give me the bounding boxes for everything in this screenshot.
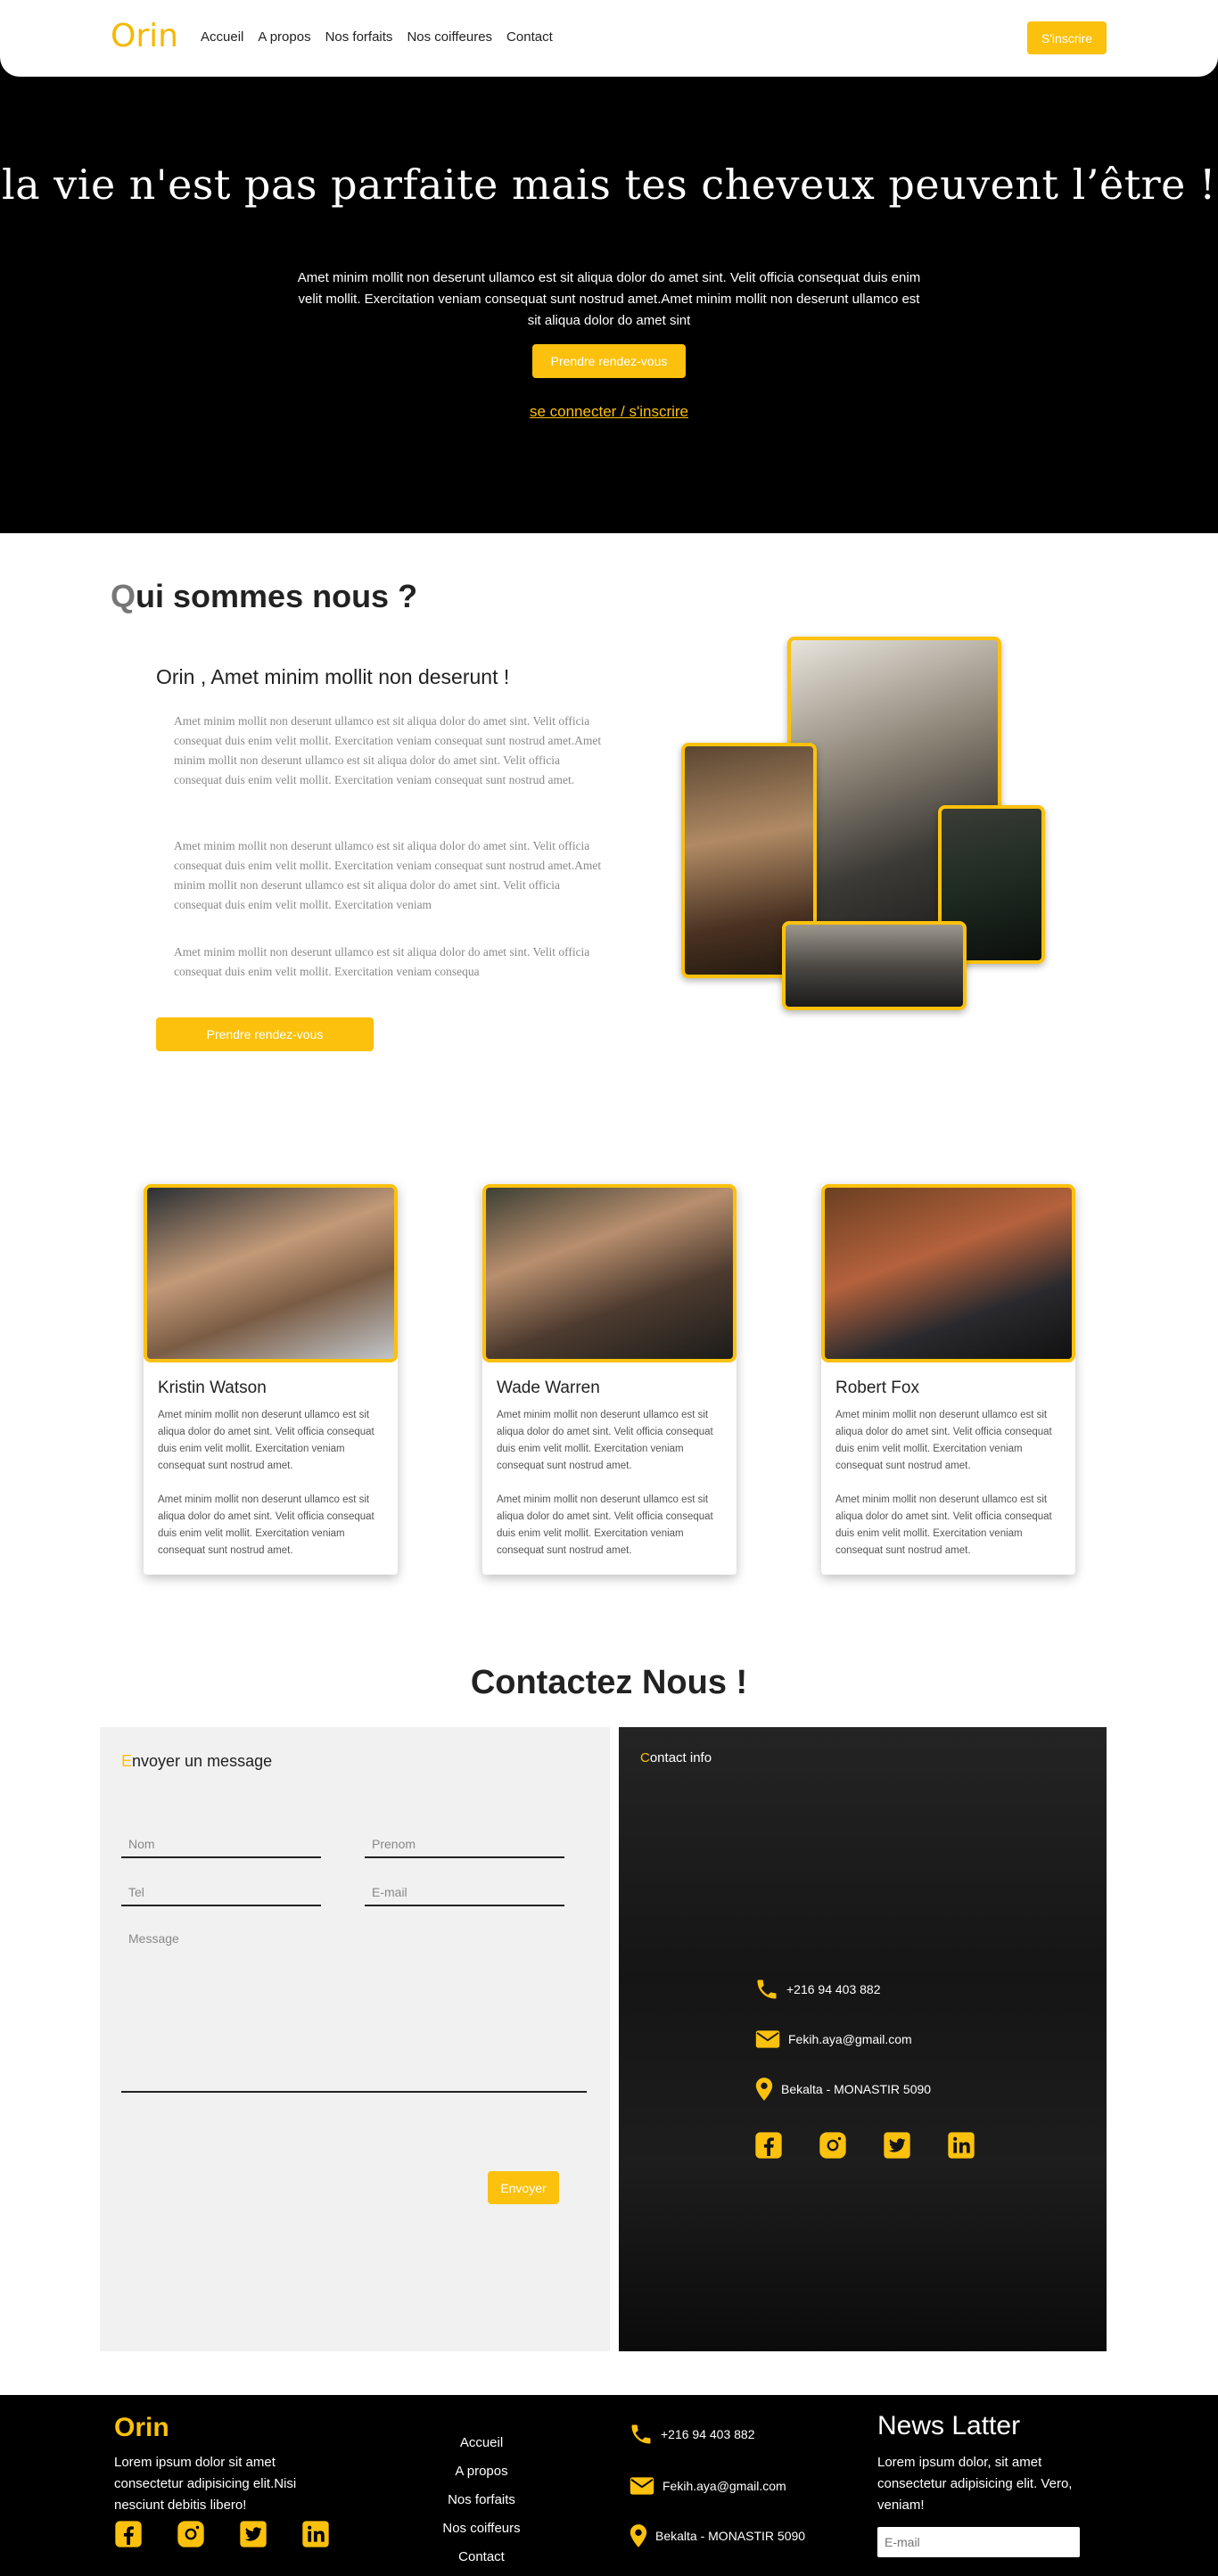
team-member-name: Robert Fox — [835, 1379, 919, 1397]
footer-address-row: Bekalta - MONASTIR 5090 — [629, 2523, 805, 2548]
hero-text: Amet minim mollit non deserunt ullamco e… — [297, 270, 921, 328]
team-card: Wade Warren Amet minim mollit non deseru… — [482, 1184, 737, 1575]
hero-appointment-button[interactable]: Prendre rendez-vous — [532, 344, 686, 378]
footer-link-coiffeurs[interactable]: Nos coiffeurs — [392, 2514, 571, 2543]
instagram-icon[interactable] — [819, 2131, 847, 2160]
footer-description: Lorem ipsum dolor sit amet consectetur a… — [114, 2455, 297, 2513]
about-title-initial: Q — [111, 578, 136, 614]
footer-links: Accueil A propos Nos forfaits Nos coiffe… — [392, 2429, 571, 2572]
contact-address: Bekalta - MONASTIR 5090 — [781, 2082, 932, 2096]
nav-link-contact[interactable]: Contact — [506, 29, 553, 45]
contact-address-row: Bekalta - MONASTIR 5090 — [754, 2077, 931, 2102]
facebook-icon[interactable] — [754, 2131, 783, 2160]
nav-links: Accueil A propos Nos forfaits Nos coiffe… — [201, 29, 553, 45]
tel-input[interactable] — [121, 1880, 321, 1906]
about-title: Qui sommes nous ? — [111, 578, 417, 615]
facebook-icon[interactable] — [114, 2520, 143, 2548]
hero-login-link-wrap: se connecter / s'inscrire — [0, 403, 1218, 421]
contact-phone-row: +216 94 403 882 — [754, 1977, 881, 2002]
newsletter-title: News Latter — [877, 2411, 1021, 2440]
hero-title: la vie n'est pas parfaite mais tes cheve… — [2, 160, 1216, 209]
twitter-icon[interactable] — [239, 2520, 267, 2548]
form-heading-initial: E — [121, 1752, 133, 1770]
site-logo[interactable]: Orin — [111, 18, 178, 54]
team-member-text: Amet minim mollit non deserunt ullamco e… — [835, 1410, 1052, 1471]
form-heading-rest: nvoyer un message — [132, 1752, 273, 1770]
team-photo — [482, 1184, 737, 1362]
signup-button[interactable]: S'inscrire — [1027, 21, 1107, 54]
contact-info-rest: ontact info — [649, 1750, 712, 1765]
contact-social-links — [754, 2131, 975, 2160]
team-card: Kristin Watson Amet minim mollit non des… — [144, 1184, 398, 1575]
footer-email[interactable]: Fekih.aya@gmail.com — [662, 2479, 786, 2493]
prenom-input[interactable] — [365, 1831, 564, 1858]
footer-address: Bekalta - MONASTIR 5090 — [655, 2529, 806, 2543]
team-member-text: Amet minim mollit non deserunt ullamco e… — [158, 1410, 374, 1471]
contact-title: Contactez Nous ! — [470, 1664, 748, 1701]
navbar: Orin Accueil A propos Nos forfaits Nos c… — [0, 0, 1218, 77]
footer-link-a-propos[interactable]: A propos — [392, 2457, 571, 2486]
team-member-name: Kristin Watson — [158, 1379, 267, 1397]
location-icon — [754, 2077, 774, 2102]
team-member-name: Wade Warren — [497, 1379, 600, 1397]
about-title-rest: ui sommes nous ? — [136, 578, 418, 614]
about-appointment-button[interactable]: Prendre rendez-vous — [156, 1017, 374, 1051]
contact-phone[interactable]: +216 94 403 882 — [786, 1982, 881, 1996]
about-paragraph-3: Amet minim mollit non deserunt ullamco e… — [174, 945, 590, 978]
nav-link-forfaits[interactable]: Nos forfaits — [325, 29, 393, 45]
salon-chairs-photo — [782, 921, 967, 1010]
footer-phone-row: +216 94 403 882 — [629, 2422, 755, 2447]
team-photo — [144, 1184, 398, 1362]
footer-phone[interactable]: +216 94 403 882 — [661, 2427, 755, 2441]
linkedin-icon[interactable] — [947, 2131, 975, 2160]
twitter-icon[interactable] — [883, 2131, 911, 2160]
footer-link-contact[interactable]: Contact — [392, 2543, 571, 2572]
team-card: Robert Fox Amet minim mollit non deserun… — [821, 1184, 1075, 1575]
email-input[interactable] — [365, 1880, 564, 1906]
newsletter-email-input[interactable] — [877, 2527, 1080, 2557]
about-subtitle: Orin , Amet minim mollit non deserunt ! — [156, 665, 510, 688]
instagram-icon[interactable] — [177, 2520, 205, 2548]
nav-link-a-propos[interactable]: A propos — [258, 29, 310, 45]
nav-link-accueil[interactable]: Accueil — [201, 29, 243, 45]
mail-icon — [754, 2029, 781, 2050]
newsletter-text: Lorem ipsum dolor, sit amet consectetur … — [877, 2455, 1073, 2513]
team-member-text: Amet minim mollit non deserunt ullamco e… — [497, 1494, 713, 1556]
team-member-text: Amet minim mollit non deserunt ullamco e… — [497, 1410, 713, 1471]
nom-input[interactable] — [121, 1831, 321, 1858]
contact-email[interactable]: Fekih.aya@gmail.com — [788, 2032, 912, 2046]
contact-email-row: Fekih.aya@gmail.com — [754, 2029, 912, 2050]
footer-link-forfaits[interactable]: Nos forfaits — [392, 2486, 571, 2514]
footer-social-links — [114, 2520, 330, 2548]
nav-link-coiffeures[interactable]: Nos coiffeures — [407, 29, 492, 45]
contact-info-initial: C — [640, 1750, 650, 1765]
footer-link-accueil[interactable]: Accueil — [392, 2429, 571, 2457]
phone-icon — [629, 2422, 654, 2447]
hero-section: la vie n'est pas parfaite mais tes cheve… — [0, 0, 1218, 533]
phone-icon — [754, 1977, 779, 2002]
login-signup-link[interactable]: se connecter / s'inscrire — [530, 403, 688, 420]
mail-icon — [629, 2475, 655, 2497]
team-member-text: Amet minim mollit non deserunt ullamco e… — [835, 1494, 1052, 1556]
form-heading: Envoyer un message — [121, 1752, 272, 1771]
linkedin-icon[interactable] — [301, 2520, 330, 2548]
message-textarea[interactable] — [121, 1928, 587, 2093]
about-paragraph-1: Amet minim mollit non deserunt ullamco e… — [174, 714, 602, 786]
team-photo — [821, 1184, 1075, 1362]
send-button[interactable]: Envoyer — [488, 2171, 559, 2204]
footer: Orin Lorem ipsum dolor sit amet consecte… — [0, 2395, 1218, 2576]
location-icon — [629, 2523, 648, 2548]
contact-info-panel: Contact info +216 94 403 882 Fekih.aya@g… — [619, 1727, 1107, 2351]
contact-info-heading: Contact info — [640, 1750, 712, 1765]
footer-email-row: Fekih.aya@gmail.com — [629, 2475, 786, 2497]
team-member-text: Amet minim mollit non deserunt ullamco e… — [158, 1494, 374, 1556]
contact-form: Envoyer un message Envoyer — [100, 1727, 610, 2351]
about-paragraph-2: Amet minim mollit non deserunt ullamco e… — [174, 839, 602, 911]
footer-logo[interactable]: Orin — [114, 2413, 169, 2443]
